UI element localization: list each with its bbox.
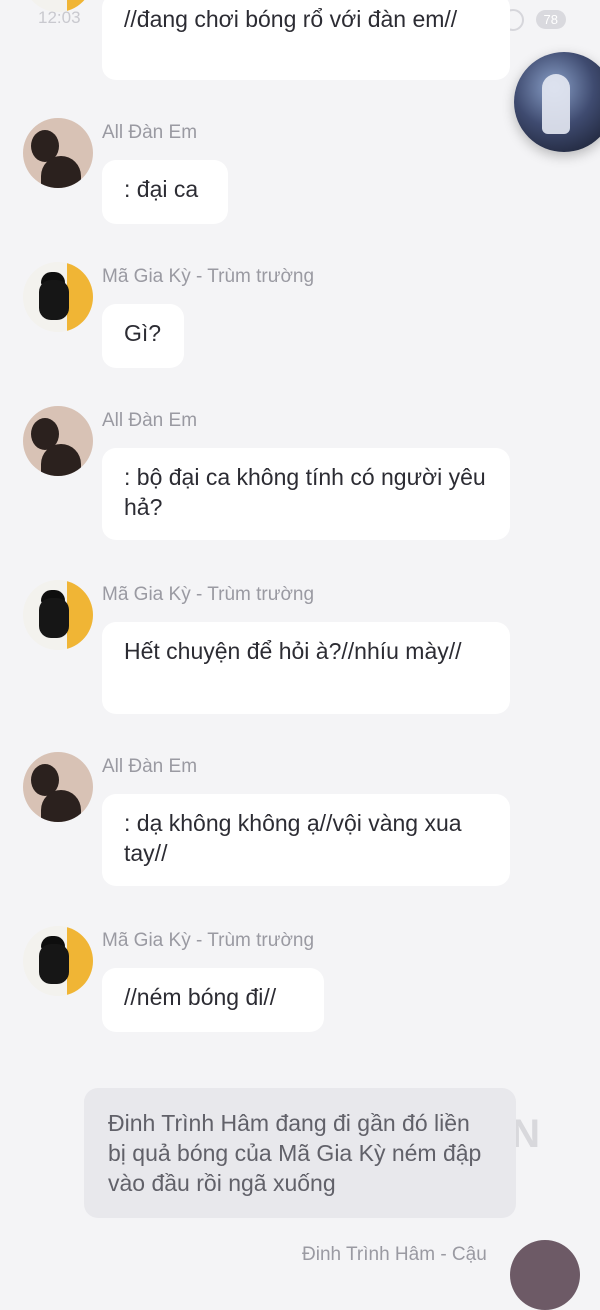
message-bubble: Hết chuyện để hỏi à?//nhíu mày// bbox=[102, 622, 510, 714]
video-thumbnail-icon bbox=[542, 74, 570, 134]
avatar bbox=[23, 580, 93, 650]
message-bubble: : đại ca bbox=[102, 160, 228, 224]
message-text: : bộ đại ca không tính có người yêu hả? bbox=[124, 464, 486, 520]
message-text: Hết chuyện để hỏi à?//nhíu mày// bbox=[124, 638, 462, 664]
floating-video-bubble[interactable] bbox=[514, 52, 600, 152]
speaker-name: Đinh Trình Hâm - Cậu bbox=[302, 1244, 487, 1265]
speaker-name: All Đàn Em bbox=[102, 410, 198, 431]
avatar bbox=[23, 406, 93, 476]
message-text: //ném bóng đi// bbox=[124, 984, 277, 1010]
avatar bbox=[510, 1240, 580, 1310]
avatar bbox=[23, 262, 93, 332]
message-bubble: //ném bóng đi// bbox=[102, 968, 324, 1032]
message-bubble: Gì? bbox=[102, 304, 184, 368]
message-bubble: //đang chơi bóng rổ với đàn em// bbox=[102, 0, 510, 80]
battery-indicator: 78 bbox=[535, 10, 566, 29]
avatar bbox=[23, 118, 93, 188]
message-text: //đang chơi bóng rổ với đàn em// bbox=[124, 6, 458, 32]
avatar bbox=[23, 926, 93, 996]
speaker-name: Mã Gia Kỳ - Trùm trường bbox=[102, 584, 315, 605]
avatar bbox=[23, 0, 93, 12]
narration-box: Đinh Trình Hâm đang đi gần đó liền bị qu… bbox=[84, 1088, 516, 1218]
message-bubble: : bộ đại ca không tính có người yêu hả? bbox=[102, 448, 510, 540]
avatar bbox=[23, 752, 93, 822]
message-text: : dạ không không ạ//vội vàng xua tay// bbox=[124, 810, 462, 866]
speaker-name: Mã Gia Kỳ - Trùm trường bbox=[102, 266, 315, 287]
message-text: Gì? bbox=[124, 320, 162, 346]
message-text: : đại ca bbox=[124, 176, 199, 202]
narration-text: Đinh Trình Hâm đang đi gần đó liền bị qu… bbox=[108, 1110, 482, 1196]
speaker-name: Mã Gia Kỳ - Trùm trường bbox=[102, 930, 315, 951]
speaker-name: All Đàn Em bbox=[102, 756, 198, 777]
message-bubble: : dạ không không ạ//vội vàng xua tay// bbox=[102, 794, 510, 886]
speaker-name: All Đàn Em bbox=[102, 122, 198, 143]
